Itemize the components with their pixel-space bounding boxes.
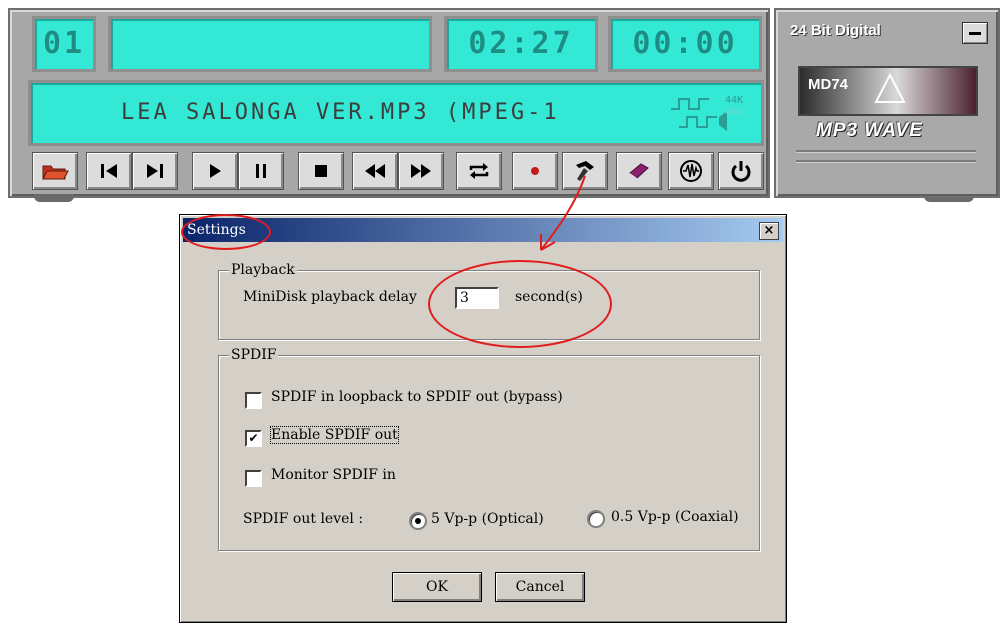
annotation-arrow [540, 175, 586, 251]
